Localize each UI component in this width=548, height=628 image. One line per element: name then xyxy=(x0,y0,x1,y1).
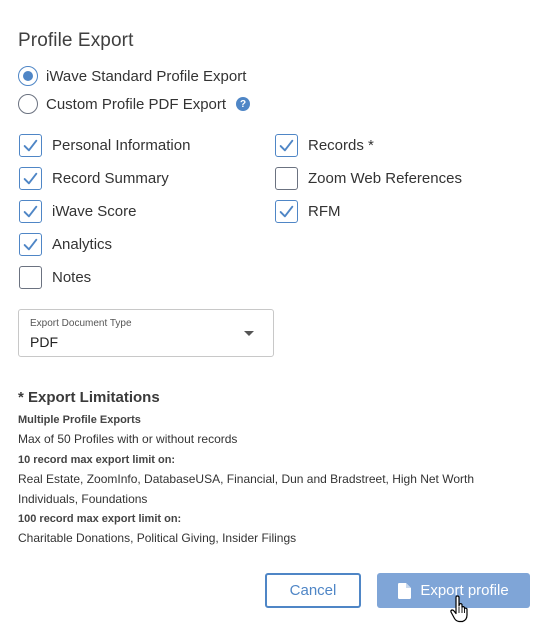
checkbox-label: Records * xyxy=(308,136,374,154)
checkbox-label: Zoom Web References xyxy=(308,169,462,187)
hand-pointer-cursor-icon xyxy=(450,595,468,623)
file-icon xyxy=(398,582,412,599)
checkbox-label: Personal Information xyxy=(52,136,191,154)
limitation-text: Real Estate, ZoomInfo, DatabaseUSA, Fina… xyxy=(18,472,474,506)
limitation-text: Max of 50 Profiles with or without recor… xyxy=(18,432,238,446)
checkbox-unchecked[interactable] xyxy=(19,265,42,289)
checkbox-checked[interactable] xyxy=(19,166,42,190)
checkbox-checked[interactable] xyxy=(275,199,298,223)
radio-label: iWave Standard Profile Export xyxy=(46,67,247,85)
checkbox-label: Notes xyxy=(52,268,92,286)
limitation-heading: 10 record max export limit on: xyxy=(18,454,176,466)
checkbox-checked[interactable] xyxy=(19,199,42,223)
dialog-title: Profile Export xyxy=(18,30,134,51)
checkbox-notes[interactable]: Notes xyxy=(19,265,91,289)
checkbox-iwave-score[interactable]: iWave Score xyxy=(19,199,136,223)
checkbox-checked[interactable] xyxy=(275,133,298,157)
select-label: Export Document Type xyxy=(30,318,132,329)
checkbox-label: RFM xyxy=(308,202,341,220)
checkbox-personal-information[interactable]: Personal Information xyxy=(19,133,190,157)
radio-button-selected[interactable] xyxy=(18,66,38,86)
checkbox-checked[interactable] xyxy=(19,133,42,157)
checkbox-checked[interactable] xyxy=(19,232,42,256)
cancel-button[interactable]: Cancel xyxy=(265,573,361,608)
radio-button[interactable] xyxy=(18,94,38,114)
export-document-type-select[interactable]: Export Document Type PDF xyxy=(18,309,274,357)
profile-export-dialog: Profile Export iWave Standard Profile Ex… xyxy=(0,0,548,628)
checkbox-unchecked[interactable] xyxy=(275,166,298,190)
checkbox-rfm[interactable]: RFM xyxy=(275,199,341,223)
radio-custom-pdf-export[interactable]: Custom Profile PDF Export ? xyxy=(18,93,251,115)
radio-standard-export[interactable]: iWave Standard Profile Export xyxy=(18,65,246,87)
help-icon[interactable]: ? xyxy=(236,97,251,111)
checkbox-label: Record Summary xyxy=(52,169,169,187)
radio-label: Custom Profile PDF Export xyxy=(46,95,227,113)
checkbox-label: Analytics xyxy=(52,235,113,253)
caret-down-icon[interactable] xyxy=(244,331,254,336)
checkbox-records[interactable]: Records * xyxy=(275,133,374,157)
limitation-text: Charitable Donations, Political Giving, … xyxy=(18,531,297,545)
checkbox-analytics[interactable]: Analytics xyxy=(19,232,112,256)
limitation-heading: 100 record max export limit on: xyxy=(18,513,182,525)
export-limitations-title: * Export Limitations xyxy=(18,389,160,406)
checkbox-record-summary[interactable]: Record Summary xyxy=(19,166,169,190)
select-value: PDF xyxy=(30,334,58,350)
checkbox-label: iWave Score xyxy=(52,202,137,220)
checkbox-zoom-web-references[interactable]: Zoom Web References xyxy=(275,166,462,190)
limitation-heading: Multiple Profile Exports xyxy=(18,414,141,426)
